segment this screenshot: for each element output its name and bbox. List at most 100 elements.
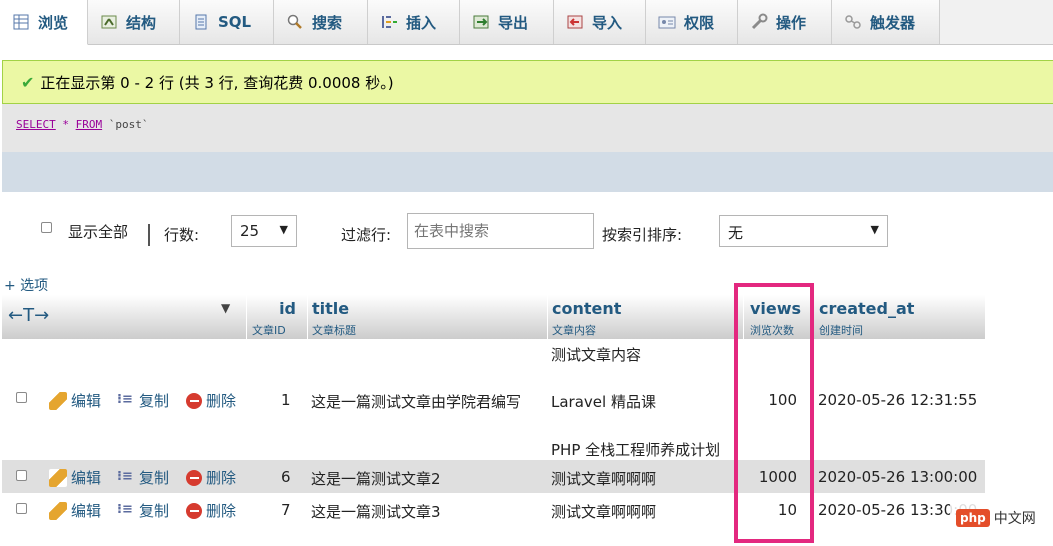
cell-title[interactable]: 这是一篇测试文章由学院君编写: [311, 391, 521, 412]
sql-icon: [192, 13, 210, 31]
sort-select[interactable]: 无 ▼: [719, 215, 888, 247]
column-content[interactable]: content 文章内容: [552, 299, 621, 338]
delete-button[interactable]: 删除: [186, 390, 236, 411]
delete-button[interactable]: 删除: [186, 500, 236, 521]
chevron-down-icon: ▼: [279, 223, 288, 236]
delete-icon: [186, 392, 202, 409]
tab-sql-label: SQL: [218, 13, 252, 31]
success-message-text: 正在显示第 0 - 2 行 (共 3 行, 查询花费 0.0008 秒。): [40, 73, 394, 92]
privileges-icon: [658, 13, 676, 31]
cell-title[interactable]: 这是一篇测试文章3: [311, 501, 441, 522]
column-created-at-name[interactable]: created_at: [819, 299, 914, 318]
row-checkbox[interactable]: [16, 470, 27, 481]
column-created-at[interactable]: created_at 创建时间: [819, 299, 914, 338]
delete-label: 删除: [206, 502, 237, 520]
cell-content-line[interactable]: 测试文章啊啊啊: [551, 468, 656, 489]
cell-content-line[interactable]: 测试文章内容: [551, 344, 641, 365]
tab-bar: 浏览 结构 SQL 搜索 插入 导出 导入 权限 操作 触发器: [0, 0, 1053, 45]
cell-title[interactable]: 这是一篇测试文章2: [311, 468, 441, 489]
show-all-checkbox[interactable]: [41, 222, 52, 233]
sql-keyword-from[interactable]: FROM: [76, 118, 103, 131]
tab-insert-label: 插入: [406, 13, 437, 32]
tab-sql[interactable]: SQL: [180, 0, 274, 44]
tab-insert[interactable]: 插入: [368, 0, 460, 44]
tab-export[interactable]: 导出: [460, 0, 554, 44]
edit-label: 编辑: [71, 392, 102, 410]
sql-keyword-select[interactable]: SELECT: [16, 118, 56, 131]
tab-export-label: 导出: [498, 13, 529, 32]
delete-button[interactable]: 删除: [186, 467, 236, 488]
rows-select[interactable]: 25 ▼: [231, 215, 297, 247]
export-icon: [472, 13, 490, 31]
tab-operations[interactable]: 操作: [738, 0, 832, 44]
sql-query-box: SELECT * FROM `post`: [2, 104, 1053, 152]
copy-button[interactable]: ⁝≡ 复制: [117, 467, 169, 488]
edit-button[interactable]: 编辑: [49, 467, 101, 488]
cell-content-line[interactable]: PHP 全栈工程师养成计划: [551, 439, 720, 460]
import-icon: [566, 13, 584, 31]
options-link[interactable]: + 选项: [4, 275, 48, 295]
success-message: ✔ 正在显示第 0 - 2 行 (共 3 行, 查询花费 0.0008 秒。): [2, 60, 1053, 104]
chevron-down-icon: ▼: [870, 223, 879, 236]
delete-label: 删除: [206, 392, 237, 410]
tab-operations-label: 操作: [776, 13, 807, 32]
tab-privileges-label: 权限: [684, 13, 715, 32]
show-all-label: 显示全部: [68, 223, 129, 241]
tab-structure[interactable]: 结构: [88, 0, 180, 44]
browse-icon: [12, 13, 30, 31]
tab-browse[interactable]: 浏览: [0, 0, 88, 45]
filter-input[interactable]: [407, 213, 594, 249]
tab-privileges[interactable]: 权限: [646, 0, 738, 44]
copy-button[interactable]: ⁝≡ 复制: [117, 390, 169, 411]
table-row: 编辑 ⁝≡ 复制 删除 7 这是一篇测试文章3 测试文章啊啊啊 10 2020-…: [2, 493, 985, 528]
filter-label: 过滤行:: [341, 226, 392, 244]
tab-triggers[interactable]: 触发器: [832, 0, 940, 44]
row-checkbox[interactable]: [16, 503, 27, 514]
pencil-icon: [49, 391, 67, 410]
table-row: 编辑 ⁝≡ 复制 删除 1 这是一篇测试文章由学院君编写 测试文章内容 Lara…: [2, 339, 985, 460]
cell-id[interactable]: 7: [281, 501, 291, 519]
column-content-comment: 文章内容: [552, 324, 596, 337]
tab-structure-label: 结构: [126, 13, 157, 32]
column-id-comment: 文章ID: [252, 324, 286, 337]
delete-icon: [186, 469, 202, 486]
column-title-name[interactable]: title: [312, 299, 356, 318]
rows-label: 行数:: [164, 226, 200, 244]
cell-id[interactable]: 1: [281, 391, 291, 409]
cell-created-at[interactable]: 2020-05-26 13:00:00: [818, 468, 977, 486]
copy-icon: ⁝≡: [117, 501, 133, 517]
tab-import[interactable]: 导入: [554, 0, 646, 44]
column-separator: [246, 295, 247, 339]
column-id-name[interactable]: id: [252, 299, 296, 318]
copy-icon: ⁝≡: [117, 391, 133, 407]
column-id[interactable]: id 文章ID: [252, 299, 296, 338]
copy-button[interactable]: ⁝≡ 复制: [117, 500, 169, 521]
sql-star: *: [62, 118, 69, 131]
cell-created-at[interactable]: 2020-05-26 12:31:55: [818, 391, 977, 409]
column-title[interactable]: title 文章标题: [312, 299, 356, 338]
cell-content-line[interactable]: 测试文章啊啊啊: [551, 501, 656, 522]
tab-triggers-label: 触发器: [870, 13, 916, 32]
column-content-name[interactable]: content: [552, 299, 621, 318]
search-icon: [286, 13, 304, 31]
cell-content-line[interactable]: Laravel 精品课: [551, 391, 656, 412]
column-separator: [547, 295, 548, 339]
pencil-icon: [49, 468, 67, 487]
copy-icon: ⁝≡: [117, 468, 133, 484]
delete-label: 删除: [206, 469, 237, 487]
tab-search[interactable]: 搜索: [274, 0, 368, 44]
sort-caret-icon[interactable]: ▼: [221, 301, 230, 315]
watermark: php 中文网: [950, 500, 1042, 536]
delete-icon: [186, 502, 202, 519]
sql-query-footer: [2, 152, 1053, 192]
sort-label: 按索引排序:: [602, 226, 683, 244]
column-arrows[interactable]: ←T→: [8, 305, 49, 326]
sql-table-name: `post`: [108, 118, 149, 131]
row-checkbox[interactable]: [16, 392, 27, 403]
nav-divider: [148, 224, 150, 246]
copy-label: 复制: [139, 502, 170, 520]
edit-button[interactable]: 编辑: [49, 500, 101, 521]
edit-button[interactable]: 编辑: [49, 390, 101, 411]
column-separator: [307, 295, 308, 339]
cell-id[interactable]: 6: [281, 468, 291, 486]
